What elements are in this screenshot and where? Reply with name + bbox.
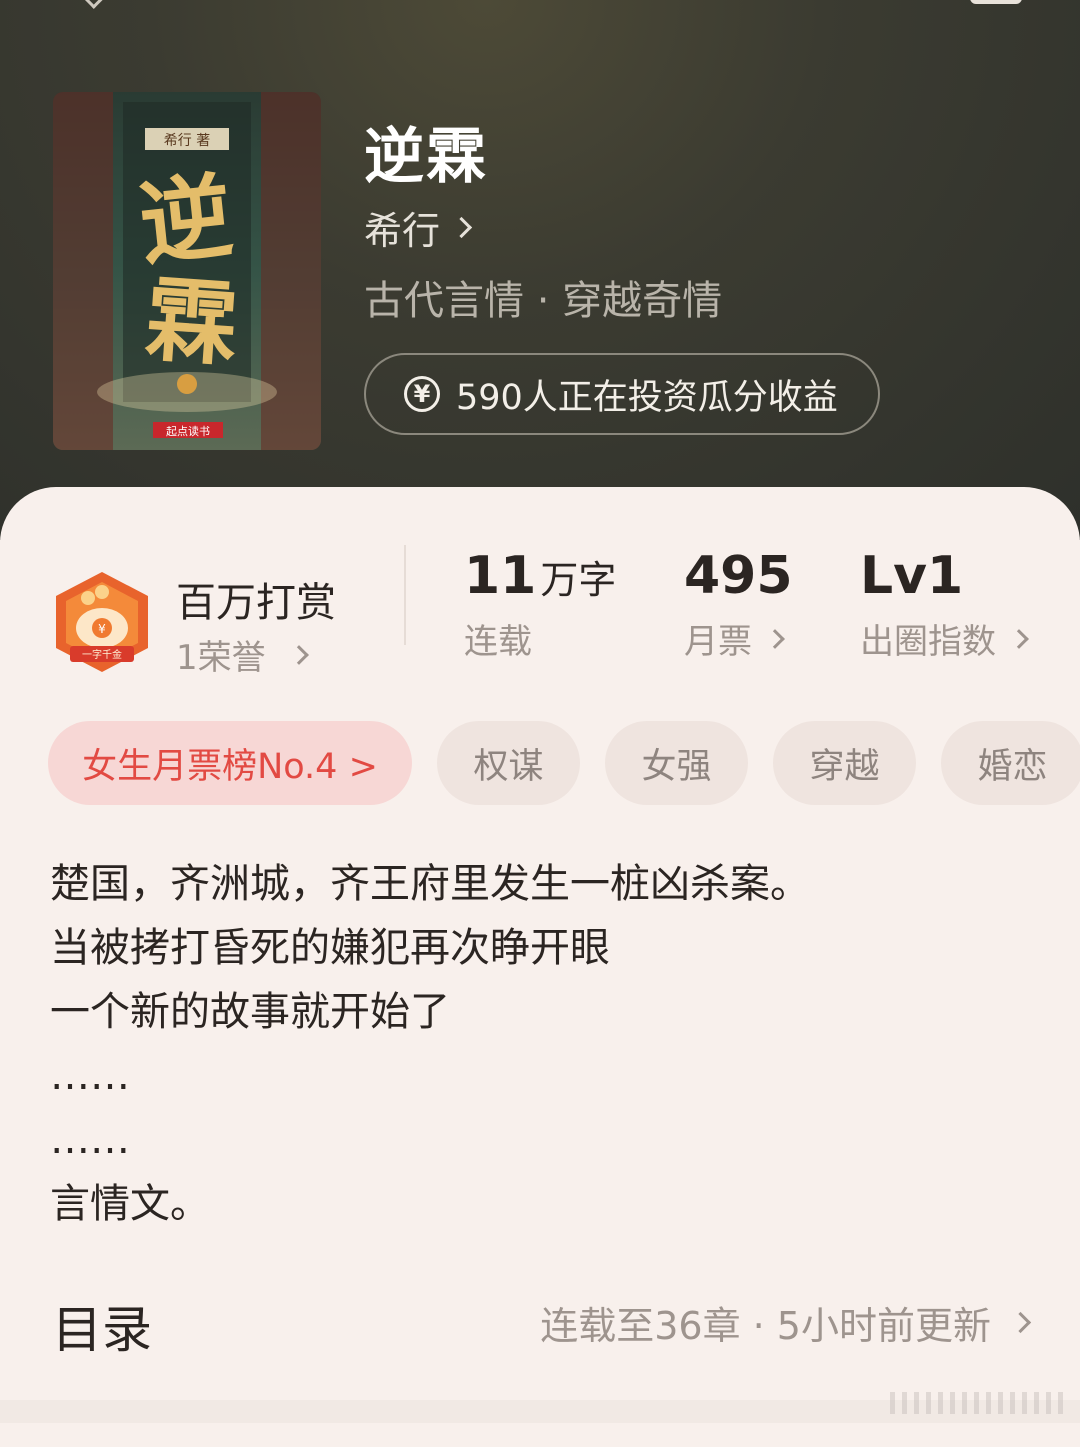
reward-subtitle: 1荣誉 [176, 638, 266, 678]
description-line: 言情文。 [50, 1181, 210, 1227]
description-line: 一个新的故事就开始了 [50, 989, 450, 1035]
book-description[interactable]: 楚国，齐洲城，齐王府里发生一桩凶杀案。 当被拷打昏死的嫌犯再次睁开眼 一个新的故… [50, 852, 1030, 1236]
svg-text:¥: ¥ [98, 622, 106, 636]
reward-title[interactable]: 百万打赏 [176, 570, 336, 628]
tag-hunlian[interactable]: 婚恋 [941, 721, 1080, 805]
stat-value: Lv1 [860, 546, 964, 606]
reward-honor-link[interactable]: 1荣誉 [176, 630, 309, 679]
stat-label: 连载 [464, 622, 532, 662]
tag-row: 女生月票榜No.4 > 权谋 女强 穿越 婚恋 [48, 721, 1080, 805]
chevron-right-icon [450, 216, 473, 239]
book-cover[interactable]: 希行 著 逆 霖 起点读书 [53, 92, 321, 450]
invest-button[interactable]: ¥ 590人正在投资瓜分收益 [364, 353, 880, 435]
toc-info: 连载至36章 · 5小时前更新 [540, 1304, 991, 1348]
more-button[interactable] [970, 0, 1022, 4]
tag-chuanyue[interactable]: 穿越 [773, 721, 916, 805]
author-link[interactable]: 希行 [364, 200, 473, 255]
author-name: 希行 [364, 209, 441, 253]
cover-title-art-1: 逆 [134, 162, 237, 279]
description-line: 当被拷打昏死的嫌犯再次睁开眼 [50, 925, 610, 971]
rank-tag[interactable]: 女生月票榜No.4 > [48, 721, 412, 805]
tag-quanmou[interactable]: 权谋 [437, 721, 580, 805]
stat-value: 11 [464, 546, 537, 606]
chevron-right-icon [765, 628, 785, 649]
toc-link[interactable]: 连载至36章 · 5小时前更新 [540, 1295, 1032, 1350]
description-line: …… [50, 1053, 130, 1099]
stat-label: 出圈指数 [860, 622, 996, 662]
stat-value: 495 [684, 546, 793, 606]
yen-icon: ¥ [404, 376, 440, 412]
tag-nvqiang[interactable]: 女强 [605, 721, 748, 805]
chevron-right-icon [288, 644, 309, 665]
stat-monthly-tickets[interactable]: 495 月票 [684, 546, 793, 663]
watermark [890, 1392, 1070, 1414]
stat-unit: 万字 [540, 558, 617, 602]
description-line: 楚国，齐洲城，齐王府里发生一桩凶杀案。 [50, 861, 810, 907]
cover-title-art-2: 霖 [142, 265, 241, 379]
stat-breakout-index[interactable]: Lv1 出圈指数 [860, 546, 1029, 663]
cover-author-tag: 希行 著 [164, 133, 210, 149]
stats-divider [404, 545, 406, 645]
invest-label: 590人正在投资瓜分收益 [456, 377, 838, 418]
chevron-right-icon [1009, 628, 1029, 649]
book-genre: 古代言情 · 穿越奇情 [364, 278, 723, 324]
stat-label: 月票 [684, 622, 752, 662]
chevron-right-icon [1009, 1311, 1032, 1334]
stat-word-count: 11 万字 连载 [464, 546, 616, 663]
book-title: 逆霖 [364, 122, 488, 192]
cover-publisher: 起点读书 [166, 424, 210, 438]
description-line: …… [50, 1117, 130, 1163]
toc-title[interactable]: 目录 [52, 1290, 152, 1362]
badge-text: 一字千金 [82, 648, 122, 661]
reward-badge-icon[interactable]: ¥ 一字千金 [50, 570, 154, 674]
